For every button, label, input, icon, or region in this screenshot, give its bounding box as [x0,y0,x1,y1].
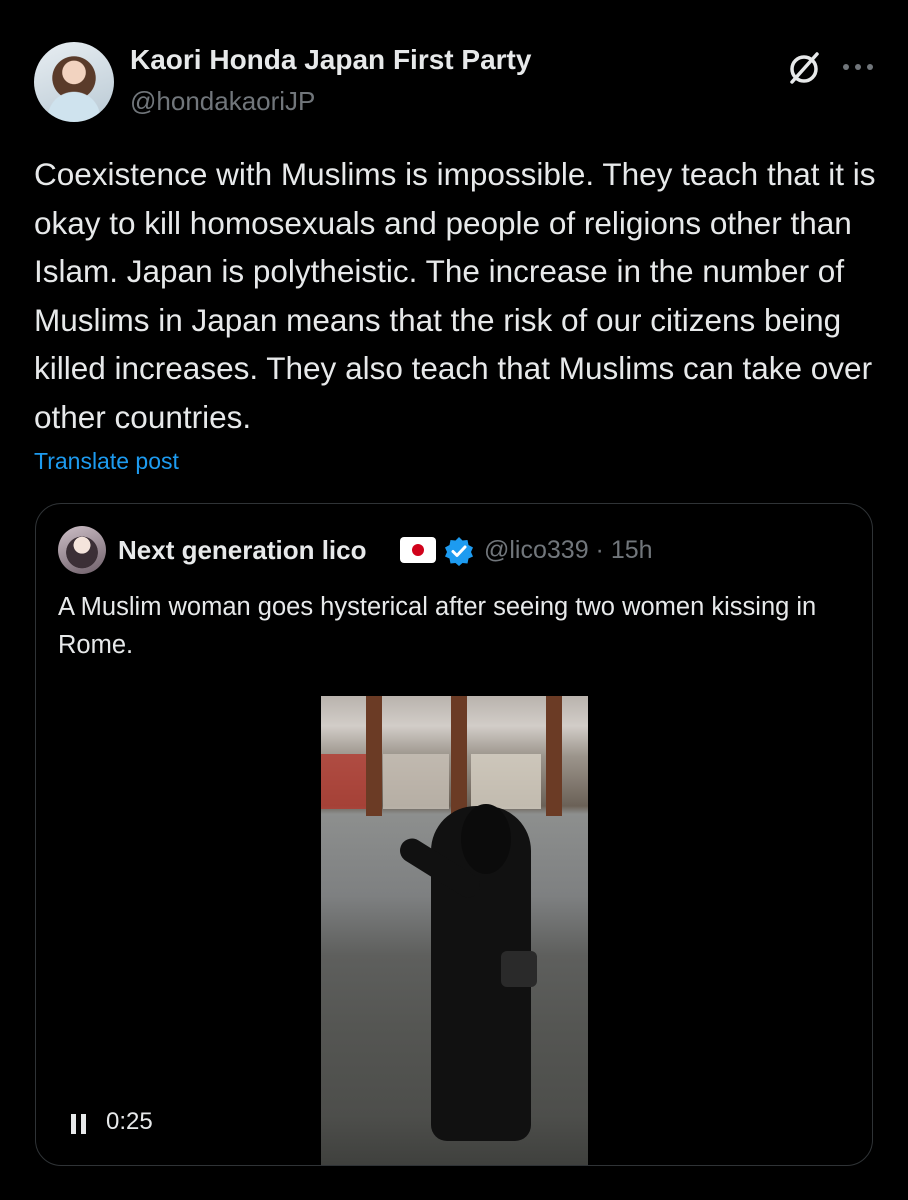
author-avatar[interactable] [34,42,114,122]
video-scene [471,754,541,809]
quoted-author-avatar[interactable] [58,526,106,574]
japan-flag-icon [400,537,436,563]
grok-icon[interactable] [784,48,824,88]
video-scene [321,754,366,809]
verified-badge-icon [445,537,473,566]
video-scene [383,754,449,809]
quoted-post-card[interactable]: Next generation lico @lico339 · 15h A Mu… [35,503,873,1166]
video-scene [501,951,537,987]
quoted-author-display-name[interactable]: Next generation lico [118,535,367,566]
more-icon[interactable] [838,52,878,82]
author-handle[interactable]: @hondakaoriJP [130,86,315,117]
quoted-post-text: A Muslim woman goes hysterical after see… [58,593,817,659]
author-display-name[interactable]: Kaori Honda Japan First Party [130,44,531,76]
pause-icon[interactable] [70,1113,88,1135]
quoted-handle-timestamp: @lico339 · 15h [484,536,653,564]
video-player[interactable] [321,696,588,1165]
video-scene [461,804,511,874]
post-header: Kaori Honda Japan First Party @hondakaor… [34,42,878,126]
post-text: Coexistence with Muslims is impossible. … [34,156,876,435]
translate-post-link[interactable]: Translate post [34,448,179,475]
video-scene [366,696,382,816]
video-scene [451,696,467,816]
video-time: 0:25 [106,1108,153,1135]
video-scene [546,696,562,816]
